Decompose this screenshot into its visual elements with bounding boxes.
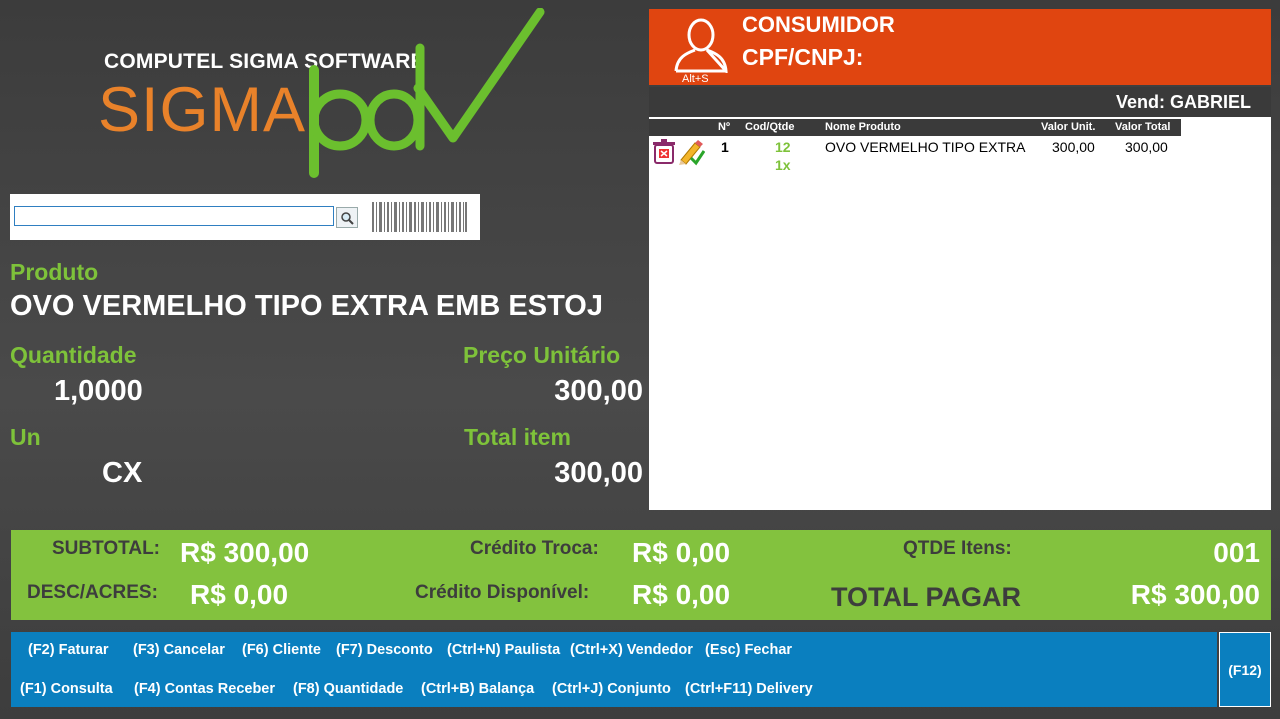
edit-item-icon[interactable] bbox=[677, 138, 705, 166]
consumer-title: CONSUMIDOR bbox=[742, 12, 895, 37]
unit-price-value: 300,00 bbox=[554, 375, 643, 407]
delete-item-icon[interactable] bbox=[652, 139, 676, 165]
row-total-value: 300,00 bbox=[1125, 139, 1168, 155]
unit-value: CX bbox=[102, 457, 143, 489]
column-header-n: Nº bbox=[718, 121, 730, 133]
column-header-cod-qtde: Cod/Qtde bbox=[745, 121, 795, 133]
total-pagar-value: R$ 300,00 bbox=[1130, 579, 1260, 610]
magnifier-icon bbox=[341, 211, 354, 225]
shortcuts-bar: (F2) Faturar (F3) Cancelar (F6) Cliente … bbox=[11, 632, 1217, 707]
total-item-label: Total item bbox=[464, 424, 571, 450]
vendor-bar: Vend: GABRIEL bbox=[649, 87, 1271, 117]
qtde-itens-label: QTDE Itens: bbox=[903, 538, 1012, 559]
vendor-name: Vend: GABRIEL bbox=[1115, 92, 1251, 112]
product-label: Produto bbox=[10, 259, 99, 285]
shortcut-desconto[interactable]: (F7) Desconto bbox=[336, 642, 433, 658]
column-header-valor-total: Valor Total bbox=[1115, 121, 1171, 133]
row-number: 1 bbox=[721, 139, 729, 155]
row-qtde: 1x bbox=[775, 157, 791, 173]
shortcut-cancelar[interactable]: (F3) Cancelar bbox=[133, 642, 225, 658]
subtotal-value: R$ 300,00 bbox=[180, 537, 310, 568]
barcode-icon[interactable] bbox=[372, 202, 468, 232]
desc-acres-value: R$ 0,00 bbox=[190, 579, 289, 610]
total-pagar-label: TOTAL PAGAR bbox=[831, 582, 1022, 612]
product-name: OVO VERMELHO TIPO EXTRA EMB ESTOJ bbox=[10, 290, 603, 322]
shortcut-conjunto[interactable]: (Ctrl+J) Conjunto bbox=[552, 681, 671, 697]
logo-pdv-mark bbox=[309, 8, 545, 178]
items-table-header: Nº Cod/Qtde Nome Produto Valor Unit. Val… bbox=[649, 119, 1181, 136]
shortcut-paulista[interactable]: (Ctrl+N) Paulista bbox=[447, 642, 560, 658]
shortcut-contas-receber[interactable]: (F4) Contas Receber bbox=[134, 681, 275, 697]
shortcut-delivery[interactable]: (Ctrl+F11) Delivery bbox=[685, 681, 813, 697]
unit-label: Un bbox=[10, 424, 41, 450]
cpf-cnpj-label: CPF/CNPJ: bbox=[742, 44, 864, 70]
table-row[interactable]: 1 12 1x OVO VERMELHO TIPO EXTRA 300,00 3… bbox=[649, 137, 1181, 173]
row-product-name: OVO VERMELHO TIPO EXTRA bbox=[825, 139, 1026, 155]
total-item-value: 300,00 bbox=[554, 457, 643, 489]
subtotal-label: SUBTOTAL: bbox=[52, 538, 161, 559]
shortcut-vendedor[interactable]: (Ctrl+X) Vendedor bbox=[570, 642, 693, 658]
column-header-valor-unit: Valor Unit. bbox=[1041, 121, 1096, 133]
row-unit-value: 300,00 bbox=[1052, 139, 1095, 155]
search-button[interactable] bbox=[336, 207, 358, 228]
desc-acres-label: DESC/ACRES: bbox=[27, 582, 158, 603]
shortcut-balanca[interactable]: (Ctrl+B) Balança bbox=[421, 681, 534, 697]
credito-disponivel-label: Crédito Disponível: bbox=[415, 582, 590, 603]
search-panel bbox=[10, 194, 480, 240]
totals-panel: SUBTOTAL: R$ 300,00 DESC/ACRES: R$ 0,00 … bbox=[11, 530, 1271, 620]
credito-disponivel-value: R$ 0,00 bbox=[632, 579, 731, 610]
shortcut-consulta[interactable]: (F1) Consulta bbox=[20, 681, 113, 697]
column-header-nome-produto: Nome Produto bbox=[825, 121, 901, 133]
quantity-label: Quantidade bbox=[10, 342, 137, 368]
search-input[interactable] bbox=[14, 206, 334, 226]
f12-button[interactable]: (F12) bbox=[1219, 632, 1271, 707]
qtde-itens-value: 001 bbox=[1213, 537, 1260, 568]
consumer-panel[interactable]: Alt+S CONSUMIDOR CPF/CNPJ: bbox=[649, 9, 1271, 85]
row-cod: 12 bbox=[775, 139, 791, 155]
consumer-shortcut: Alt+S bbox=[682, 73, 709, 85]
unit-price-label: Preço Unitário bbox=[463, 342, 621, 368]
items-table: Nº Cod/Qtde Nome Produto Valor Unit. Val… bbox=[649, 117, 1271, 510]
shortcut-faturar[interactable]: (F2) Faturar bbox=[28, 642, 109, 658]
logo-sigma-text: SIGMA bbox=[98, 75, 307, 145]
credito-troca-value: R$ 0,00 bbox=[632, 537, 731, 568]
user-icon[interactable] bbox=[673, 15, 729, 73]
credito-troca-label: Crédito Troca: bbox=[470, 538, 599, 559]
quantity-value: 1,0000 bbox=[54, 375, 143, 407]
shortcut-fechar[interactable]: (Esc) Fechar bbox=[705, 642, 792, 658]
shortcut-cliente[interactable]: (F6) Cliente bbox=[242, 642, 321, 658]
shortcut-quantidade[interactable]: (F8) Quantidade bbox=[293, 681, 403, 697]
